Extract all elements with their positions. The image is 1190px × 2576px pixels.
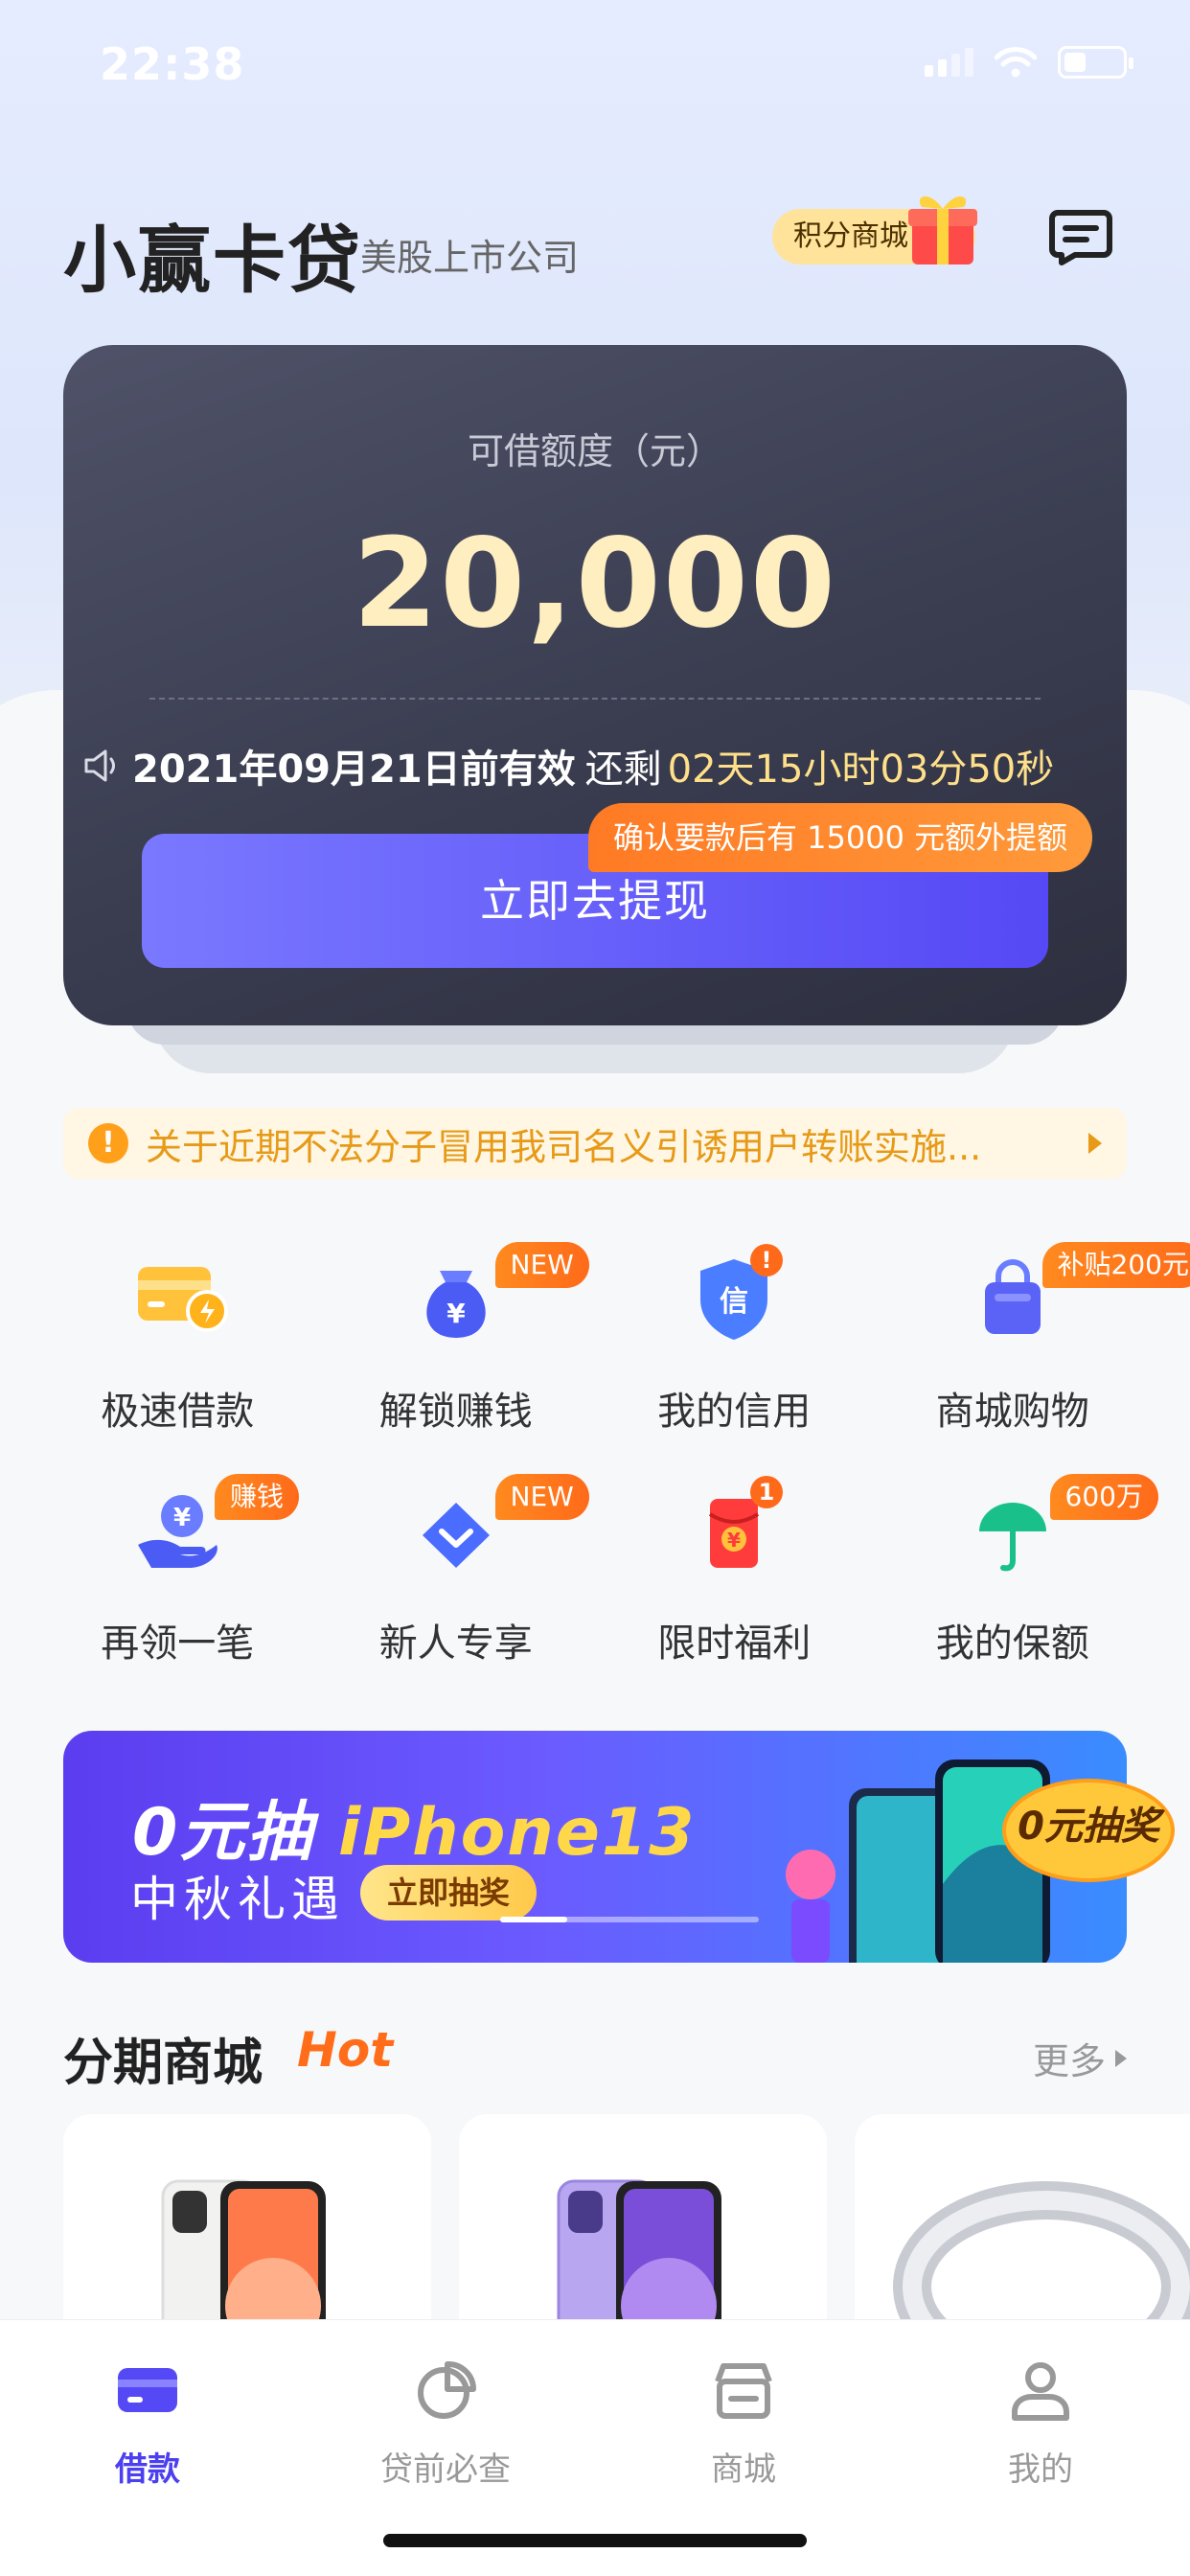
mall-section-title: 分期商城 <box>63 2035 263 2092</box>
mall-more-link[interactable]: 更多 <box>1033 2032 1127 2084</box>
service-claim-again[interactable]: ¥ 赚钱 再领一笔 <box>38 1468 317 1666</box>
credit-limit-label: 可借额度（元） <box>467 430 722 472</box>
chevron-right-icon <box>1088 1133 1102 1154</box>
banner-subtitle: 中秋礼遇 <box>130 1872 345 1927</box>
battery-icon <box>1058 46 1133 79</box>
tab-profile[interactable]: 我的 <box>945 2358 1136 2490</box>
service-label: 限时福利 <box>657 1622 812 1666</box>
carousel-indicator <box>500 1917 759 1922</box>
wifi-icon <box>995 47 1037 78</box>
service-label: 商城购物 <box>935 1390 1089 1434</box>
chevron-right-icon <box>1115 2049 1127 2067</box>
earn-badge: 赚钱 <box>215 1474 300 1520</box>
tab-loan[interactable]: 借款 <box>52 2358 243 2490</box>
banner-title: 0元抽 iPhone13 <box>132 1779 696 1874</box>
diamond-icon <box>422 1503 490 1568</box>
lottery-badge-text: 0元抽奖 <box>1018 1805 1159 1849</box>
new-badge: NEW <box>494 1242 589 1288</box>
service-label: 我的保额 <box>935 1622 1089 1666</box>
store-icon <box>715 2363 772 2419</box>
service-my-credit[interactable]: 信 ! 我的信用 <box>595 1236 874 1434</box>
profile-icon <box>1012 2362 1069 2421</box>
new-badge: NEW <box>494 1474 589 1520</box>
warning-icon: ! <box>88 1123 128 1163</box>
tab-label: 商城 <box>711 2450 776 2489</box>
service-newcomer[interactable]: NEW 新人专享 <box>317 1468 596 1666</box>
status-time: 22:38 <box>100 38 245 90</box>
service-unlock-earn[interactable]: ¥ NEW 解锁赚钱 <box>317 1236 596 1434</box>
svg-text:¥: ¥ <box>727 1529 741 1552</box>
notice-text: 关于近期不法分子冒用我司名义引诱用户转账实施... <box>146 1125 982 1168</box>
speaker-icon <box>84 749 115 782</box>
service-label: 新人专享 <box>378 1622 533 1666</box>
service-limited-welfare[interactable]: ¥ 1 限时福利 <box>595 1468 874 1666</box>
app-title: 小赢卡贷 <box>63 218 362 303</box>
tab-mall[interactable]: 商城 <box>648 2358 839 2490</box>
money-bag-icon: ¥ <box>426 1271 486 1338</box>
svg-text:¥: ¥ <box>173 1504 191 1532</box>
promo-banner[interactable]: 0元抽 iPhone13 中秋礼遇 立即抽奖 <box>63 1731 1127 1963</box>
svg-text:信: 信 <box>720 1285 748 1319</box>
service-label: 极速借款 <box>101 1390 255 1434</box>
service-mall-shopping[interactable]: 补贴200元 商城购物 <box>874 1236 1190 1434</box>
tab-label: 我的 <box>1008 2450 1073 2489</box>
expiry-date: 2021年09月21日前有效 <box>132 748 576 792</box>
remaining-label: 还剩 <box>584 748 662 792</box>
coverage-badge: 600万 <box>1049 1474 1158 1520</box>
service-label: 我的信用 <box>657 1390 812 1434</box>
pie-chart-icon <box>418 2361 476 2419</box>
service-my-coverage[interactable]: 600万 我的保额 <box>874 1468 1158 1666</box>
fast-loan-card-icon <box>138 1267 229 1332</box>
tab-label: 贷前必查 <box>380 2450 511 2489</box>
service-label: 解锁赚钱 <box>378 1390 533 1434</box>
notice-bar[interactable]: ! 关于近期不法分子冒用我司名义引诱用户转账实施... <box>63 1108 1127 1179</box>
hot-label: Hot <box>297 2022 394 2078</box>
more-label: 更多 <box>1032 2040 1106 2082</box>
countdown-timer: 02天15小时03分50秒 <box>667 748 1055 792</box>
banner-title-highlight: iPhone13 <box>338 1795 697 1871</box>
service-label: 再领一笔 <box>101 1622 255 1666</box>
card-divider <box>149 698 1041 700</box>
app-screen: 22:38 小赢卡贷 美股上市公司 积分商城 可借额度（元） 20,000 20… <box>0 0 1190 2576</box>
alert-badge: ! <box>750 1244 783 1276</box>
draw-now-button[interactable]: 立即抽奖 <box>360 1865 538 1920</box>
svg-text:¥: ¥ <box>446 1298 466 1329</box>
status-icons <box>925 46 1133 79</box>
banner-title-prefix: 0元抽 <box>132 1795 314 1871</box>
app-subtitle: 美股上市公司 <box>360 237 580 279</box>
bonus-tip-tag: 确认要款后有 15000 元额外提额 <box>588 803 1093 872</box>
credit-limit-card: 可借额度（元） 20,000 2021年09月21日前有效 还剩 02天15小时… <box>63 345 1127 1025</box>
signal-icon <box>925 48 973 77</box>
gift-icon[interactable] <box>908 188 977 266</box>
home-indicator[interactable] <box>383 2534 807 2547</box>
tab-label: 借款 <box>115 2450 180 2489</box>
subsidy-badge: 补贴200元 <box>1041 1242 1190 1288</box>
message-icon[interactable] <box>1048 207 1113 266</box>
credit-limit-amount: 20,000 <box>353 513 837 656</box>
services-grid: 极速借款 ¥ NEW 解锁赚钱 信 ! 我的信用 补贴200元 商城购物 ¥ 赚… <box>38 1236 1190 1666</box>
expiry-row: 2021年09月21日前有效 还剩 02天15小时03分50秒 <box>82 738 1054 794</box>
lottery-badge[interactable]: 0元抽奖 <box>996 1773 1180 1888</box>
tab-pre-loan-check[interactable]: 贷前必查 <box>350 2358 541 2490</box>
loan-card-icon <box>118 2368 177 2412</box>
service-fast-loan[interactable]: 极速借款 <box>38 1236 317 1434</box>
count-badge: 1 <box>750 1476 783 1508</box>
